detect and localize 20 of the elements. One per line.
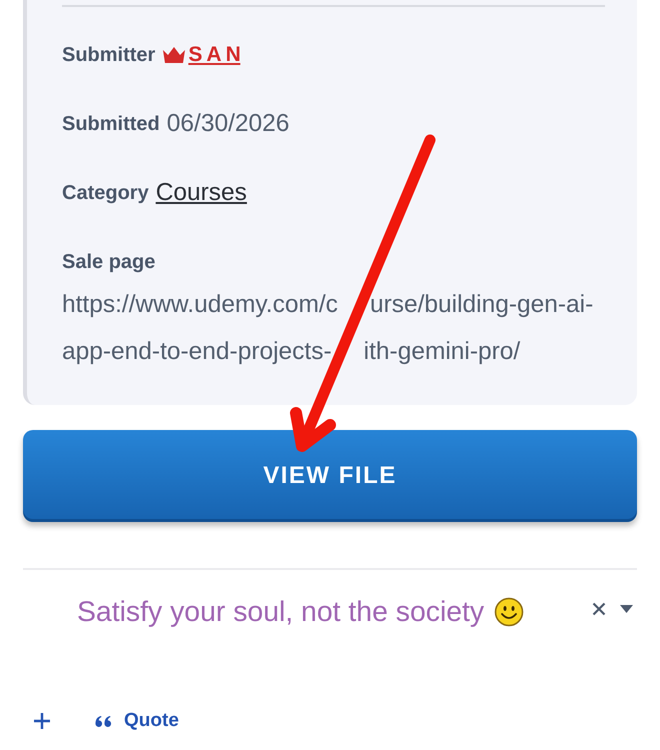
field-label: Sale page	[62, 250, 156, 275]
sale-page-url: https://www.udemy.com/c	[62, 290, 338, 320]
field-label: Submitted	[62, 112, 160, 137]
field-label: Submitter	[62, 43, 156, 68]
field-value: 06/30/2026	[166, 110, 290, 138]
sale-page-url: app-end-to-end-projects-	[62, 337, 332, 367]
category-link[interactable]: Courses	[156, 179, 247, 207]
quote-icon	[95, 716, 112, 726]
view-file-button[interactable]: VIEW FILE	[23, 430, 637, 522]
field-label: Category	[62, 181, 149, 206]
sale-page-url: urse/building-gen-ai-	[370, 290, 594, 320]
close-icon[interactable]	[592, 602, 606, 616]
plus-icon[interactable]	[34, 713, 50, 729]
submitter-link[interactable]: S A N	[188, 41, 240, 69]
quote-button[interactable]: Quote	[95, 710, 179, 732]
signature-text: Satisfy your soul, not the society	[77, 596, 484, 628]
crown-icon	[162, 46, 186, 64]
caret-down-icon[interactable]	[620, 605, 633, 613]
smiley-icon	[494, 597, 524, 627]
sale-page-url: ith-gemini-pro/	[364, 337, 520, 367]
